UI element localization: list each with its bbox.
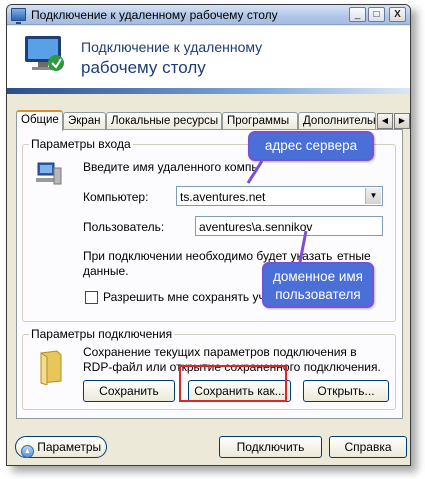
rdp-app-icon: [11, 8, 26, 24]
remote-monitor-icon: [25, 36, 64, 71]
callout-domain-user: доменное имя пользователя: [262, 262, 374, 308]
open-button[interactable]: Открыть...: [303, 380, 389, 402]
computer-value: ts.aventures.net: [180, 190, 266, 204]
minimize-button[interactable]: _: [349, 7, 366, 22]
computer-label: Компьютер:: [83, 190, 149, 204]
header-banner: Подключение к удаленному рабочему столу: [7, 26, 410, 94]
titlebar[interactable]: Подключение к удаленному рабочему столу …: [7, 5, 410, 25]
logon-group-title: Параметры входа: [29, 137, 133, 151]
tab-display[interactable]: Экран: [63, 112, 106, 130]
header-line2: рабочему столу: [81, 58, 206, 77]
chevron-up-icon: ▲: [20, 445, 34, 458]
tab-advanced[interactable]: Дополнительн: [298, 112, 376, 130]
close-button[interactable]: X: [389, 7, 406, 22]
chevron-down-icon[interactable]: ▼: [365, 188, 381, 204]
folder-icon: [40, 350, 62, 385]
info-line1: При подключении необходимо будет указать: [83, 249, 333, 263]
save-credentials-label: Разрешить мне сохранять учет: [103, 290, 277, 304]
callout-domain-user-line1: доменное имя: [273, 269, 363, 284]
tab-scroll-left-icon[interactable]: ◀: [377, 113, 393, 129]
tab-strip: Общие Экран Локальные ресурсы Программы …: [16, 110, 410, 131]
help-button[interactable]: Справка: [329, 436, 407, 458]
user-input[interactable]: aventures\a.sennikov: [195, 216, 383, 236]
options-label: Параметры: [37, 440, 102, 454]
connect-button[interactable]: Подключить: [219, 436, 322, 458]
header-line1: Подключение к удаленному: [81, 39, 263, 55]
callout-domain-user-line2: пользователя: [275, 287, 361, 302]
header-band: [7, 88, 410, 94]
connection-group-title: Параметры подключения: [29, 327, 175, 341]
callout-server-address: адрес сервера: [248, 131, 374, 161]
save-as-highlight-box: [179, 365, 287, 402]
tab-local-resources[interactable]: Локальные ресурсы: [106, 112, 222, 130]
info-line2: данные.: [83, 264, 129, 278]
logon-hint: Введите имя удаленного компь: [83, 160, 258, 174]
save-credentials-checkbox[interactable]: [85, 291, 98, 304]
save-button[interactable]: Сохранить: [83, 380, 175, 402]
computer-combobox[interactable]: ts.aventures.net ▼: [176, 186, 383, 206]
tab-programs[interactable]: Программы: [222, 112, 298, 130]
user-value: aventures\a.sennikov: [199, 220, 313, 234]
tab-general[interactable]: Общие: [16, 110, 63, 131]
options-button[interactable]: ▲ Параметры: [15, 436, 107, 458]
computer-icon: [36, 162, 62, 185]
maximize-button[interactable]: □: [368, 7, 385, 22]
window-title: Подключение к удаленному рабочему столу: [31, 8, 278, 22]
connection-desc-line1: Сохранение текущих параметров подключени…: [83, 345, 357, 359]
tab-scroll-right-icon[interactable]: ▶: [394, 113, 410, 129]
user-label: Пользователь:: [83, 220, 165, 234]
info-line1-tail: етные: [337, 249, 371, 263]
